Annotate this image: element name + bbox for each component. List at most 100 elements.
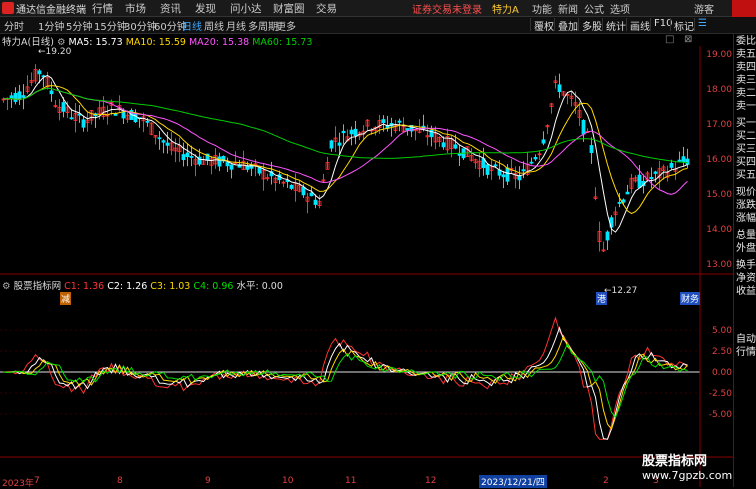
quote-item[interactable]: 买一 <box>736 118 756 130</box>
period-multi[interactable]: 多周期 <box>248 18 278 33</box>
chart-canvas <box>0 46 733 487</box>
candle-body <box>69 117 74 120</box>
tool-list-icon[interactable]: ☰ <box>694 18 707 31</box>
candle-body <box>685 158 690 165</box>
quote-item[interactable]: 卖五 <box>736 49 756 61</box>
ma10-line <box>3 85 688 215</box>
quote-item[interactable]: 买四 <box>736 157 756 169</box>
candle-body <box>349 129 354 135</box>
indicator-chart[interactable] <box>0 316 700 440</box>
quote-item[interactable]: 现价 <box>736 187 756 199</box>
candle-body <box>617 202 622 204</box>
period-daily[interactable]: 日线 <box>182 18 202 33</box>
indicator-name[interactable]: 股票指标网 <box>14 281 62 292</box>
ma5-line <box>3 74 688 233</box>
app-title: 通达信金融终端 <box>16 5 86 16</box>
candle-body <box>397 120 402 123</box>
tool-statistics[interactable]: 统计 <box>602 18 626 33</box>
candle-body <box>681 156 686 163</box>
quote-item[interactable]: 涨幅 <box>736 213 756 225</box>
marker-finance[interactable]: 财务 <box>680 292 701 305</box>
indicator-settings-icon[interactable]: ⚙ <box>2 281 11 292</box>
price-tick: 17.00 <box>706 120 732 130</box>
candle-body <box>289 184 294 189</box>
candle-body <box>381 119 386 123</box>
period-30min[interactable]: 30分钟 <box>124 18 157 33</box>
period-1min[interactable]: 1分钟 <box>38 18 64 33</box>
login-notice[interactable]: 证券交易未登录 <box>412 1 482 16</box>
quote-item[interactable]: 换手 <box>736 260 756 272</box>
quote-item[interactable]: 买二 <box>736 131 756 143</box>
candle-body <box>441 142 446 148</box>
candle-body <box>21 95 26 98</box>
tool-mark[interactable]: 标记 <box>670 18 694 33</box>
candle-body <box>625 191 630 195</box>
candle-body <box>653 171 658 174</box>
candle-body <box>485 164 490 175</box>
menu-news[interactable]: 资讯 <box>160 1 181 16</box>
auto-quote-toggle[interactable]: 自动 <box>736 334 756 346</box>
price-tick: 13.00 <box>706 260 732 270</box>
menu-market-quotes[interactable]: 行情 <box>92 1 113 16</box>
candle-body <box>17 91 22 100</box>
c2-line <box>3 326 688 440</box>
candle-body <box>529 161 534 164</box>
tool-restore-rights[interactable]: 覆权 <box>530 18 554 33</box>
quote-item[interactable]: 买五 <box>736 170 756 182</box>
candle-body <box>457 153 462 156</box>
indicator-header: ⚙ 股票指标网 C1: 1.36 C2: 1.26 C3: 1.03 C4: 0… <box>2 278 283 292</box>
quote-item[interactable]: 涨跌 <box>736 200 756 212</box>
candle-body <box>621 199 626 203</box>
quote-item[interactable]: 卖三 <box>736 75 756 87</box>
marker-hk[interactable]: 港 <box>596 292 608 305</box>
main-chart-header: 特力A(日线) ⚙ MA5: 15.73 MA10: 15.59 MA20: 1… <box>2 34 312 48</box>
close-panel-icon[interactable]: ⊠ <box>684 34 692 45</box>
menu-wenxiaoda[interactable]: 问小达 <box>230 1 262 16</box>
quote-item[interactable]: 卖四 <box>736 62 756 74</box>
candle-body <box>501 174 506 178</box>
menu-trade[interactable]: 交易 <box>316 1 337 16</box>
menu-headlines[interactable]: 新闻 <box>558 1 578 16</box>
maximize-icon[interactable]: □ <box>665 34 674 45</box>
candle-body <box>517 175 522 181</box>
menu-function[interactable]: 功能 <box>532 1 552 16</box>
date-tick: 8 <box>117 476 123 486</box>
quote-item[interactable]: 卖一 <box>736 101 756 113</box>
period-timeshare[interactable]: 分时 <box>4 18 24 33</box>
tool-multi-stock[interactable]: 多股 <box>578 18 602 33</box>
quote-item[interactable]: 买三 <box>736 144 756 156</box>
menu-formula[interactable]: 公式 <box>584 1 604 16</box>
quote-item[interactable]: 总量 <box>736 230 756 242</box>
indicator-c1: C1: 1.36 <box>64 281 105 292</box>
candle-body <box>557 84 562 93</box>
candle-body <box>13 92 18 102</box>
menu-discover[interactable]: 发现 <box>195 1 216 16</box>
current-stock-name: 特力A <box>492 5 519 16</box>
price-chart[interactable] <box>1 64 690 252</box>
period-more[interactable]: 更多 <box>276 18 296 33</box>
candle-body <box>301 186 306 196</box>
menu-fortune-circle[interactable]: 财富圈 <box>273 1 305 16</box>
period-5min[interactable]: 5分钟 <box>66 18 92 33</box>
period-weekly[interactable]: 周线 <box>204 18 224 33</box>
ma20-line <box>3 87 688 195</box>
high-price-label: ←19.20 <box>38 47 72 57</box>
quote-item[interactable]: 收益 <box>736 286 756 298</box>
menu-options[interactable]: 选项 <box>610 1 630 16</box>
quote-item[interactable]: 委比 <box>736 36 756 48</box>
period-15min[interactable]: 15分钟 <box>94 18 127 33</box>
date-tick: 2 <box>603 476 609 486</box>
candle-body <box>229 164 234 170</box>
candle-body <box>669 162 674 168</box>
marker-reduce[interactable]: 减 <box>60 292 72 305</box>
quote-item[interactable]: 卖二 <box>736 88 756 100</box>
auto-quote-toggle-label[interactable]: 行情 <box>736 347 756 359</box>
menu-market[interactable]: 市场 <box>125 1 146 16</box>
candle-body <box>313 199 318 205</box>
quote-item[interactable]: 外盘 <box>736 243 756 255</box>
tool-draw-line[interactable]: 画线 <box>626 18 650 33</box>
tool-overlay[interactable]: 叠加 <box>554 18 578 33</box>
period-monthly[interactable]: 月线 <box>226 18 246 33</box>
menu-guest[interactable]: 游客 <box>694 1 714 16</box>
quote-item[interactable]: 净资 <box>736 273 756 285</box>
